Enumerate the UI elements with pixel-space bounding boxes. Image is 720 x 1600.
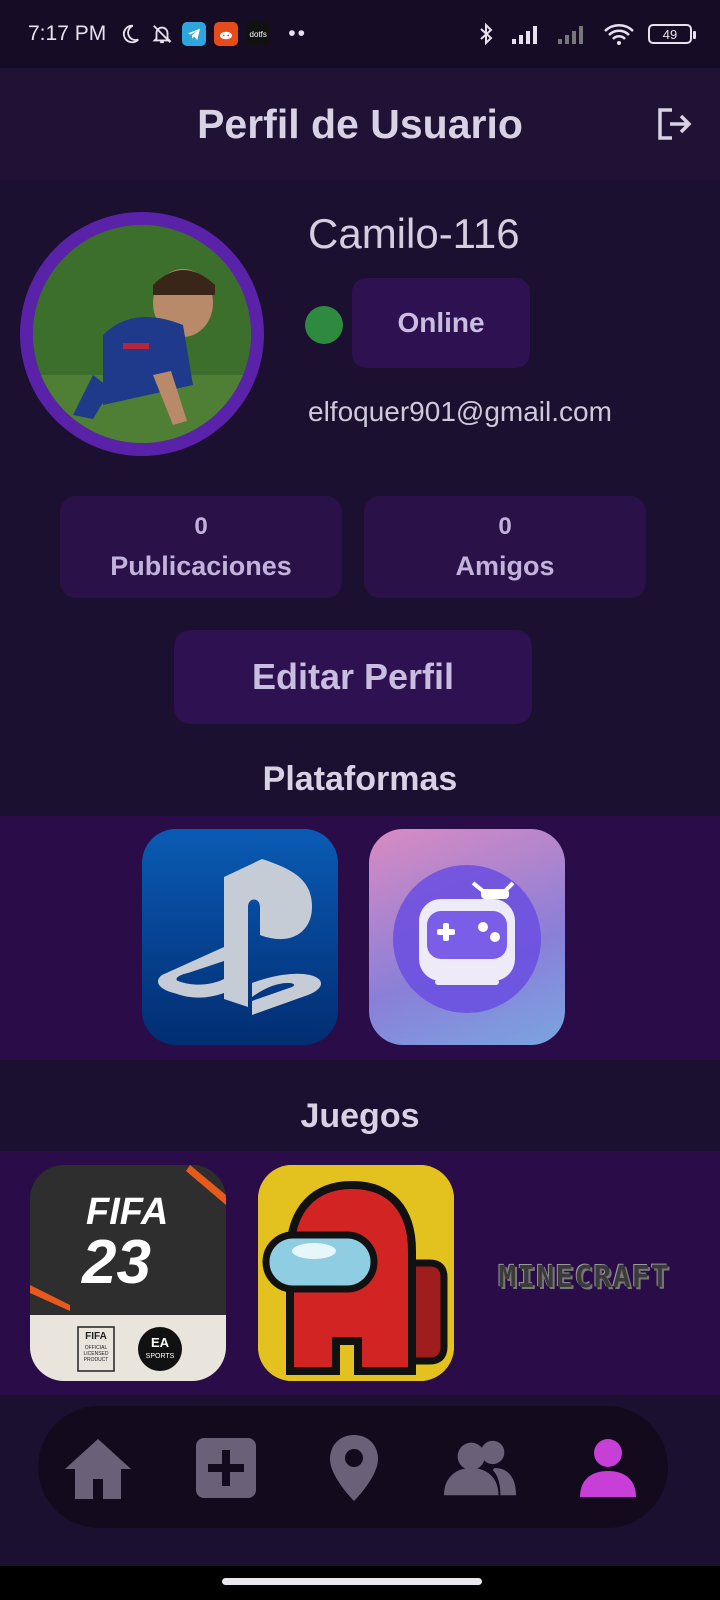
- telegram-icon: [182, 22, 207, 46]
- battery-icon: 49: [648, 24, 696, 44]
- dotfs-icon: dotfs: [246, 22, 271, 46]
- bottom-navigation: [38, 1406, 668, 1528]
- friends-label: Amigos: [455, 550, 555, 581]
- friends-stat[interactable]: 0 Amigos: [364, 496, 646, 598]
- username: Camilo-116: [308, 210, 520, 257]
- fifa-badge: FIFA: [85, 1331, 107, 1342]
- status-time: 7:17 PM: [28, 22, 107, 45]
- minecraft-logo[interactable]: MINECRAFT: [484, 1260, 684, 1295]
- publications-count: 0: [194, 512, 208, 540]
- status-bar: 7:17 PM dotfs •• 49: [0, 0, 720, 68]
- bell-off-icon: [150, 22, 174, 46]
- among-us-icon[interactable]: [258, 1165, 454, 1381]
- fifa-23-icon[interactable]: FIFA 23 FIFA OFFICIAL LICENSED PRODUCT E…: [30, 1165, 226, 1381]
- fifa-badge-sub: OFFICIAL LICENSED PRODUCT: [83, 1345, 109, 1363]
- moon-icon: [118, 22, 142, 46]
- friends-icon[interactable]: [442, 1432, 518, 1504]
- signal-icon: [556, 22, 590, 46]
- fifa-number: 23: [82, 1228, 151, 1297]
- publications-label: Publicaciones: [110, 550, 292, 581]
- avatar[interactable]: [20, 212, 264, 456]
- publications-stat[interactable]: 0 Publicaciones: [60, 496, 342, 598]
- game-bot-icon[interactable]: [369, 829, 565, 1045]
- home-icon[interactable]: [60, 1432, 136, 1504]
- games-title: Juegos: [300, 1097, 420, 1135]
- platforms-title: Plataformas: [262, 760, 458, 798]
- bluetooth-icon: [474, 22, 498, 46]
- edit-profile-button[interactable]: Editar Perfil: [174, 630, 532, 724]
- online-status-indicator: [305, 306, 343, 344]
- friends-count: 0: [498, 512, 512, 540]
- profile-icon[interactable]: [570, 1432, 646, 1504]
- platforms-list: [0, 816, 720, 1060]
- location-icon[interactable]: [316, 1432, 392, 1504]
- ea-logo: EA: [150, 1335, 170, 1350]
- add-icon[interactable]: [188, 1432, 264, 1504]
- more-dots-icon: ••: [288, 22, 307, 45]
- user-email: elfoquer901@gmail.com: [308, 396, 612, 427]
- ea-logo-sub: SPORTS: [145, 1353, 175, 1360]
- page-title: Perfil de Usuario: [197, 100, 523, 147]
- logout-icon[interactable]: [654, 104, 694, 144]
- avatar-image: [33, 225, 251, 443]
- online-status-button[interactable]: Online: [352, 278, 530, 368]
- playstation-icon[interactable]: [142, 829, 338, 1045]
- home-indicator[interactable]: [222, 1578, 482, 1585]
- signal-icon: [510, 22, 544, 46]
- reddit-icon: [214, 22, 239, 46]
- wifi-icon: [602, 22, 636, 46]
- app-header: Perfil de Usuario: [0, 68, 720, 180]
